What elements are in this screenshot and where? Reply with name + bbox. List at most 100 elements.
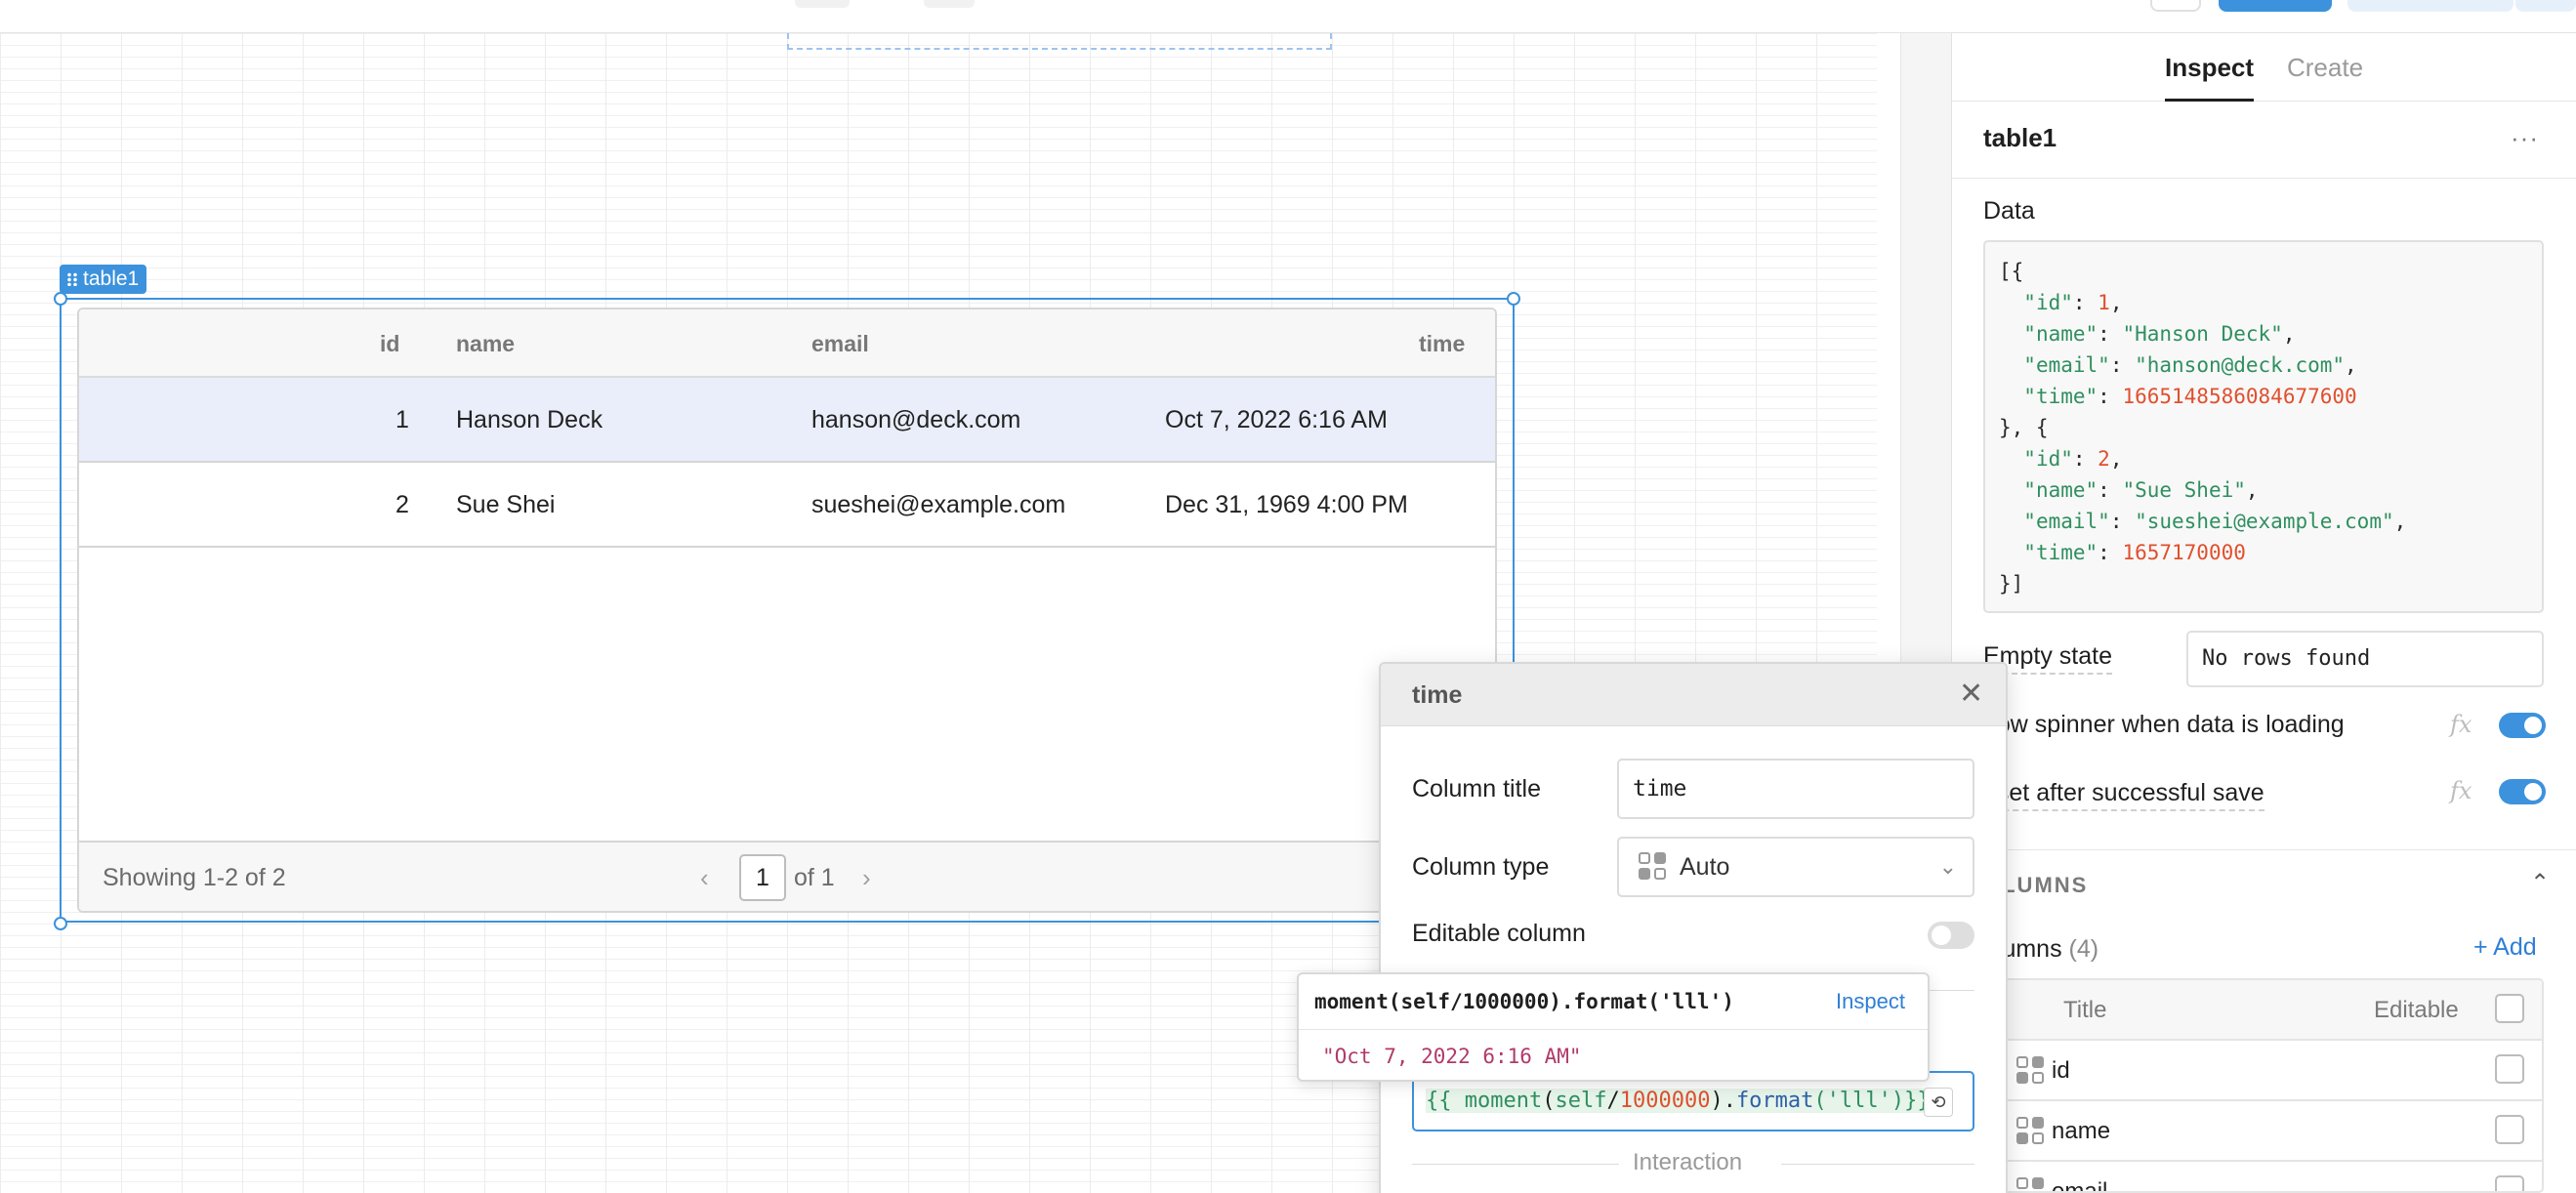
toolbar-button-partial[interactable] [924, 0, 975, 8]
cell-email: sueshei@example.com [811, 491, 1066, 518]
close-icon[interactable]: ✕ [1959, 679, 1983, 709]
columns-count: (4) [2068, 935, 2099, 963]
resize-handle[interactable] [54, 292, 67, 306]
divider [1781, 1164, 1974, 1165]
select-all-checkbox[interactable] [2495, 994, 2524, 1023]
component-name[interactable]: table1 [1983, 123, 2057, 153]
code-token: {{ [1426, 1089, 1465, 1113]
code-token: }] [1999, 572, 2024, 596]
fx-icon[interactable]: fx [2450, 777, 2472, 804]
column-title-label: Column title [1412, 775, 1541, 802]
toolbar-secondary-button[interactable] [2347, 0, 2514, 12]
tab-create[interactable]: Create [2287, 33, 2363, 102]
reset-toggle[interactable] [2499, 779, 2546, 804]
divider [1952, 849, 2576, 850]
header-email[interactable]: email [811, 309, 869, 378]
title-header: Title [2063, 997, 2107, 1023]
code-token: moment [1464, 1089, 1543, 1113]
component-tag-label: table1 [83, 267, 140, 290]
code-token: "Hanson Deck" [2122, 322, 2283, 346]
code-token: 1657170000 [2122, 541, 2246, 564]
code-token: 2 [2098, 447, 2110, 471]
interaction-section-label: Interaction [1633, 1149, 1743, 1175]
cell-time: Dec 31, 1969 4:00 PM [1165, 491, 1408, 518]
resize-handle[interactable] [1507, 292, 1520, 306]
cell-id: 1 [395, 406, 409, 433]
evaluation-tooltip: moment(self/1000000).format('lll') Inspe… [1297, 972, 1930, 1082]
evaluated-expression: moment(self/1000000).format('lll') [1314, 990, 1734, 1013]
list-item[interactable]: name [1985, 1101, 2542, 1162]
editable-checkbox[interactable] [2495, 1054, 2524, 1084]
editable-column-label: Editable column [1412, 920, 1586, 947]
column-type-label: Column type [1412, 853, 1550, 881]
next-page-icon[interactable]: › [862, 843, 871, 911]
popover-title: time [1412, 681, 1463, 709]
table-footer: Showing 1-2 of 2 ‹ 1 of 1 › [79, 841, 1495, 911]
inspector-panel: Inspect Create table1 ··· Data [{ "id": … [1951, 33, 2576, 1193]
add-column-button[interactable]: + Add [2473, 933, 2537, 962]
toolbar-outline-button[interactable] [2150, 0, 2201, 12]
expand-editor-icon[interactable]: ⟲ [1924, 1088, 1953, 1117]
code-token: 1665148586084677600 [2122, 385, 2357, 408]
code-token: "time" [2023, 385, 2098, 408]
code-token: ('lll') [1813, 1089, 1905, 1113]
code-token: "id" [2023, 291, 2073, 314]
code-token: self [1555, 1089, 1607, 1113]
table-row[interactable]: 2 Sue Shei sueshei@example.com Dec 31, 1… [79, 463, 1495, 548]
header-name[interactable]: name [456, 309, 515, 378]
header-id[interactable]: id [380, 309, 399, 378]
reset-setting-label: eset after successful save [1983, 779, 2264, 811]
column-name: name [2052, 1118, 2111, 1144]
list-item[interactable]: email [1985, 1162, 2542, 1193]
list-item[interactable]: id [1985, 1041, 2542, 1101]
column-type-select[interactable]: Auto ⌄ [1617, 837, 1974, 897]
editable-column-toggle[interactable] [1928, 922, 1974, 949]
code-token: 1000000 [1619, 1089, 1711, 1113]
data-label: Data [1983, 197, 2035, 225]
auto-type-icon [1639, 852, 1668, 882]
column-name: email [2052, 1178, 2108, 1193]
column-name: id [2052, 1057, 2070, 1084]
code-token: "hanson@deck.com" [2135, 353, 2346, 377]
header-time[interactable]: time [1419, 309, 1465, 378]
code-token: "email" [2023, 510, 2110, 533]
code-token: }, { [1999, 416, 2049, 439]
cell-time: Oct 7, 2022 6:16 AM [1165, 406, 1388, 433]
code-token: "name" [2023, 322, 2098, 346]
code-token: . [1723, 1089, 1736, 1113]
columns-list: Title Editable id name email [1983, 978, 2544, 1193]
tab-inspect[interactable]: Inspect [2165, 33, 2255, 102]
cell-name: Sue Shei [456, 491, 556, 518]
more-options-icon[interactable]: ··· [2511, 123, 2539, 153]
drag-handle-icon[interactable] [66, 272, 78, 286]
columns-list-header: Title Editable [1985, 980, 2542, 1041]
editable-checkbox[interactable] [2495, 1175, 2524, 1191]
empty-state-input[interactable]: No rows found [2186, 631, 2544, 687]
popover-header: time ✕ [1381, 664, 2006, 726]
toolbar-button-partial[interactable] [795, 0, 850, 8]
data-code-editor[interactable]: [{ "id": 1, "name": "Hanson Deck", "emai… [1983, 240, 2544, 613]
page-input[interactable]: 1 [739, 854, 786, 901]
evaluated-result: "Oct 7, 2022 6:16 AM" [1322, 1045, 1582, 1068]
editable-checkbox[interactable] [2495, 1115, 2524, 1144]
chevron-down-icon: ⌄ [1938, 854, 1957, 879]
toolbar-primary-button[interactable] [2219, 0, 2332, 12]
prev-page-icon[interactable]: ‹ [700, 843, 709, 911]
component-tag[interactable]: table1 [60, 265, 147, 294]
inspect-link[interactable]: Inspect [1836, 974, 1905, 1029]
resize-handle[interactable] [54, 917, 67, 930]
table-header: id name email time [79, 309, 1495, 378]
toolbar-secondary-button-dropdown[interactable] [2515, 0, 2576, 12]
code-token: / [1606, 1089, 1620, 1113]
fx-icon[interactable]: fx [2450, 711, 2472, 738]
code-token: format [1735, 1089, 1814, 1113]
data-table[interactable]: id name email time 1 Hanson Deck hanson@… [77, 308, 1497, 913]
code-token: "time" [2023, 541, 2098, 564]
code-token: ( [1542, 1089, 1556, 1113]
table-row[interactable]: 1 Hanson Deck hanson@deck.com Oct 7, 202… [79, 378, 1495, 463]
cell-id: 2 [395, 491, 409, 518]
spinner-toggle[interactable] [2499, 713, 2546, 738]
column-title-input[interactable]: time [1617, 759, 1974, 819]
chevron-up-icon[interactable]: ⌃ [2530, 869, 2550, 897]
row-count-label: Showing 1-2 of 2 [103, 864, 286, 891]
